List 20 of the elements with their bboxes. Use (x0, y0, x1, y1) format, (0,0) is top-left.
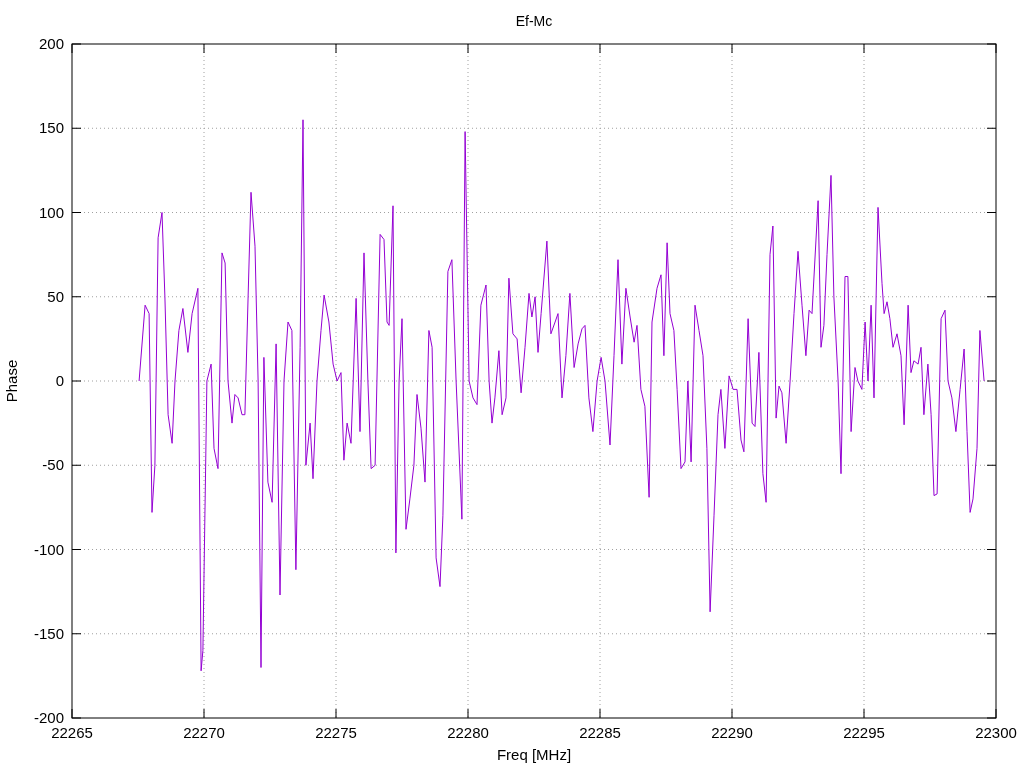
tick-label: -50 (42, 456, 64, 474)
tick-label: 22270 (183, 724, 225, 741)
tick-label: 200 (38, 35, 64, 52)
tick-label: 0 (55, 372, 64, 389)
tick-label: 22285 (579, 724, 621, 741)
tick-label: 22280 (447, 724, 489, 741)
tick-label: -150 (33, 624, 64, 642)
tick-label: 150 (38, 119, 64, 137)
tick-label: 50 (47, 287, 64, 305)
axis-label: Freq [MHz] (496, 746, 572, 763)
tick-label: 22295 (843, 724, 885, 741)
tick-label: -100 (33, 540, 64, 558)
tick-label: 22300 (975, 724, 1017, 741)
tick-label: 100 (38, 203, 64, 221)
tick-label: -200 (33, 709, 64, 726)
tick-label: 22265 (51, 724, 93, 741)
tick-label: 22275 (315, 724, 357, 741)
axis-label: Phase (3, 359, 20, 403)
chart-title: Ef-Mc (515, 13, 553, 29)
tick-label: 22290 (711, 724, 753, 741)
